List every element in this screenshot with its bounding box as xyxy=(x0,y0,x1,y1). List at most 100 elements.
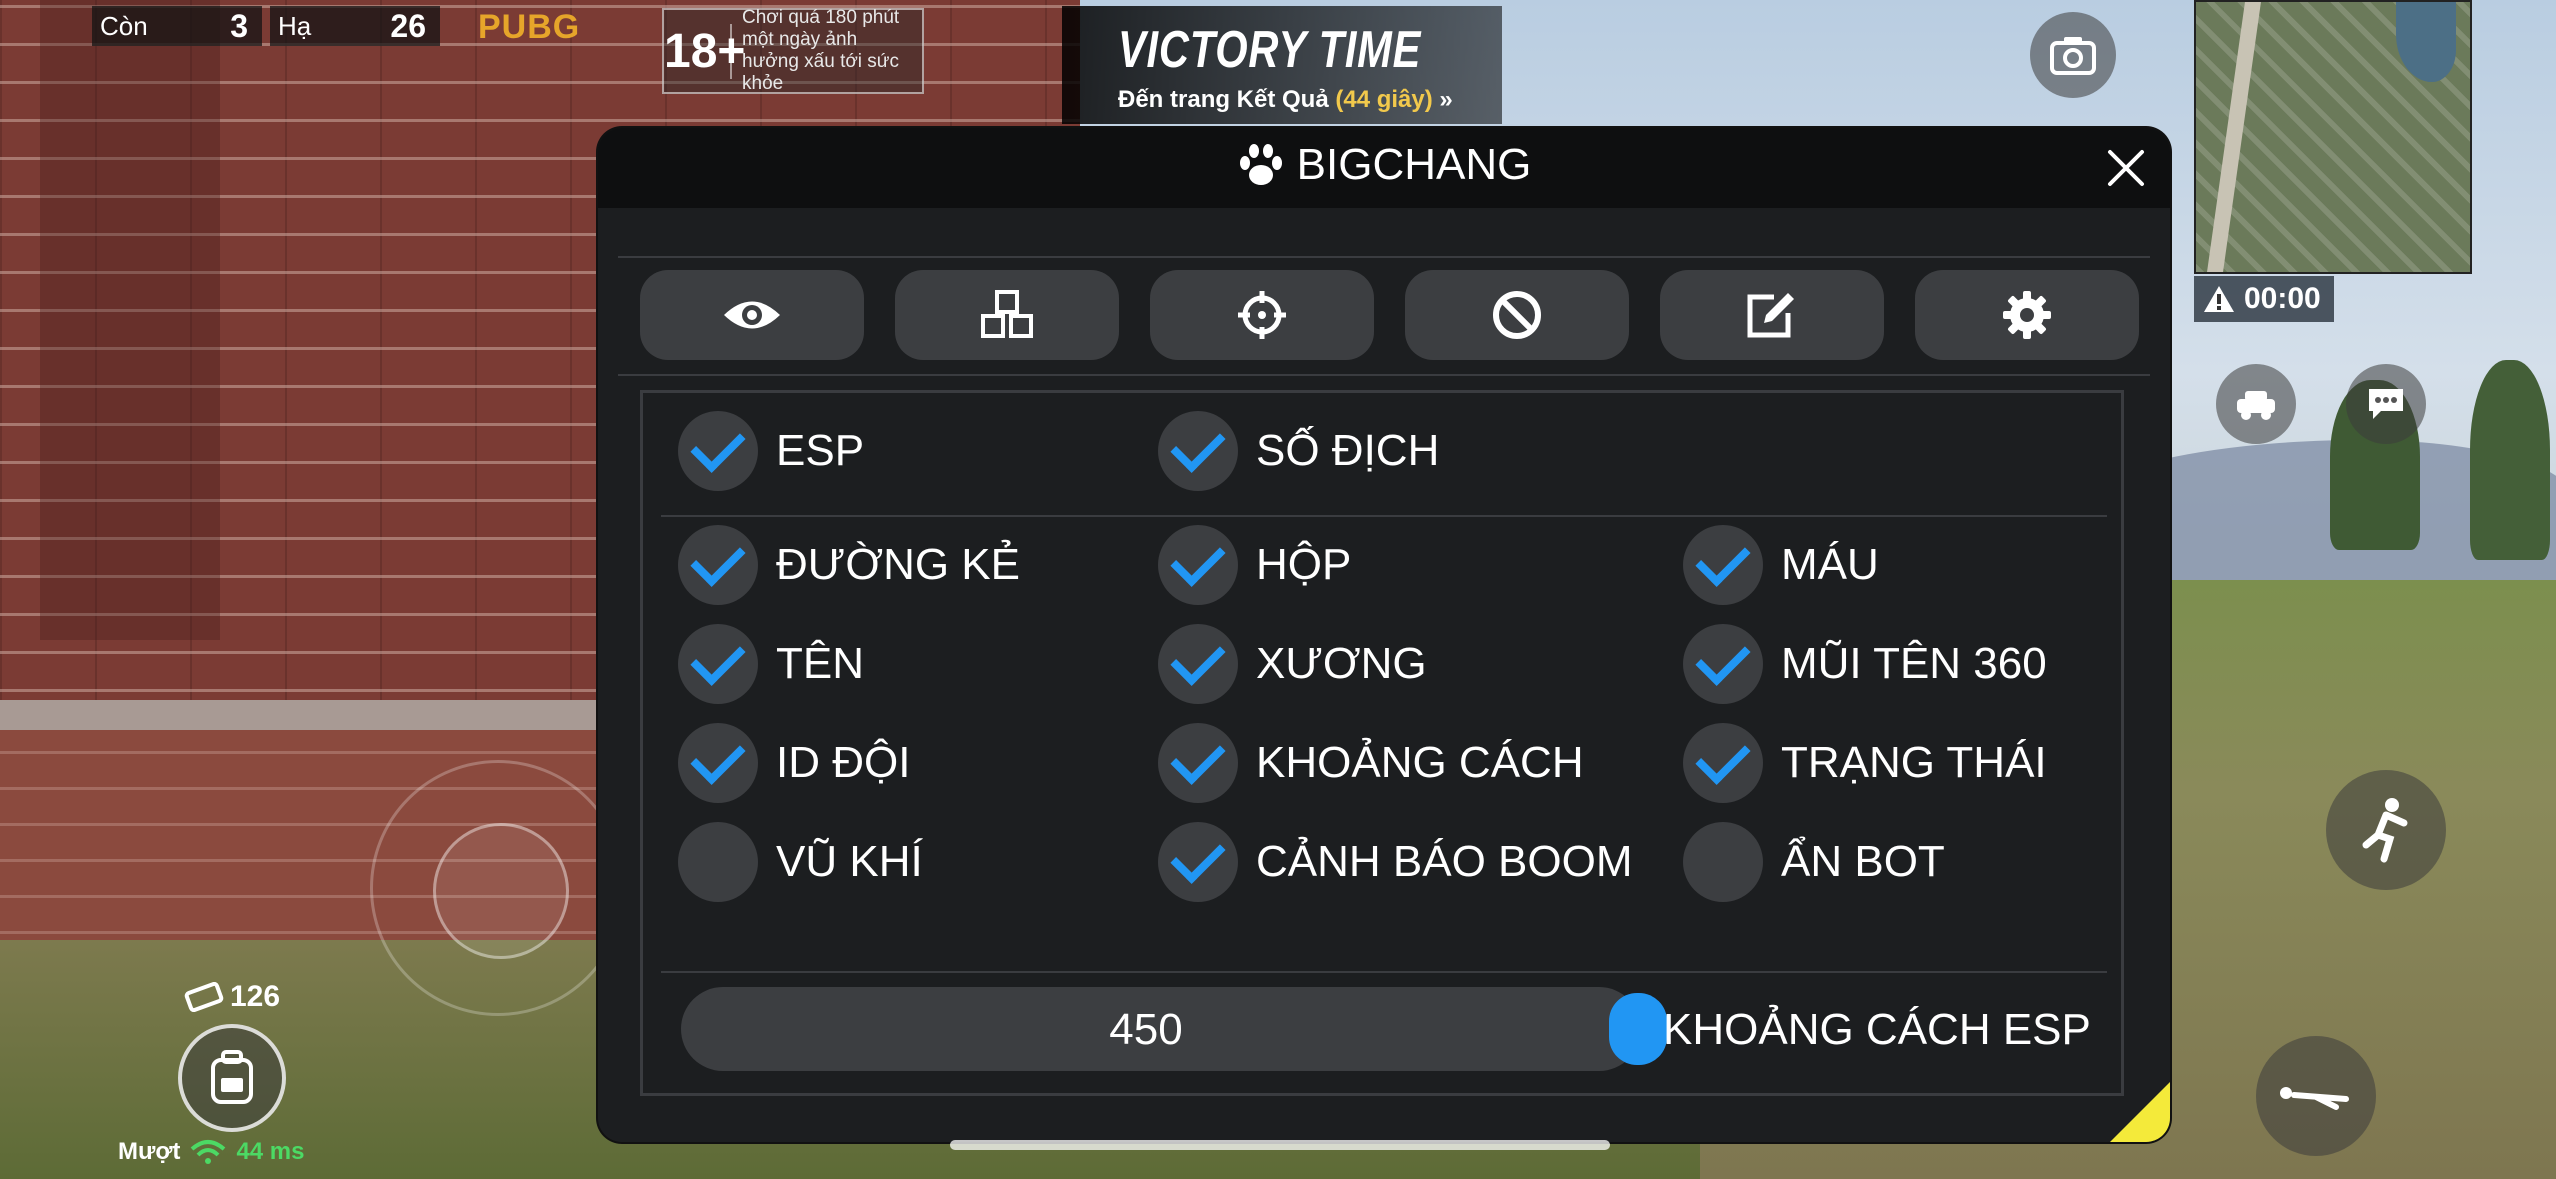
resize-handle[interactable] xyxy=(2110,1082,2170,1142)
edit-icon xyxy=(1747,293,1794,338)
slider-label: KHOẢNG CÁCH ESP xyxy=(1663,1005,2091,1054)
check-icon xyxy=(1695,531,1751,587)
checkbox[interactable] xyxy=(678,411,758,491)
age-badge: 18+ xyxy=(664,23,746,79)
option-hide-bot[interactable]: ẨN BOT xyxy=(1683,817,1945,907)
network-label: Mượt xyxy=(118,1138,181,1165)
victory-banner[interactable]: VICTORY TIME Đến trang Kết Quả (44 giây)… xyxy=(1062,6,1502,124)
option-enemy-count[interactable]: SỐ ĐỊCH xyxy=(1158,406,1439,496)
victory-title: VICTORY TIME xyxy=(1118,21,1422,79)
option-name[interactable]: TÊN xyxy=(678,619,864,709)
option-label: ID ĐỘI xyxy=(776,738,911,787)
separator xyxy=(661,515,2107,517)
option-label: TRẠNG THÁI xyxy=(1781,738,2047,787)
separator xyxy=(618,374,2150,376)
tab-edit[interactable] xyxy=(1660,270,1884,360)
movement-joystick[interactable] xyxy=(370,760,626,1016)
checkbox[interactable] xyxy=(1158,723,1238,803)
menu-title: BIGCHANG xyxy=(598,140,2170,190)
prone-icon xyxy=(2280,1087,2349,1110)
age-rating-notice: 18+ Chơi quá 180 phút một ngày ảnh hưởng… xyxy=(662,7,924,94)
tab-aim[interactable] xyxy=(1150,270,1374,360)
check-icon xyxy=(690,630,746,686)
option-box[interactable]: HỘP xyxy=(1158,520,1351,610)
menu-title-text: BIGCHANG xyxy=(1296,140,1532,189)
tab-block[interactable] xyxy=(1405,270,1629,360)
esp-options-panel: ESP SỐ ĐỊCH ĐƯỜNG KẺ HỘP MÁU TÊN XƯƠNG M… xyxy=(640,390,2124,1096)
ammo-icon xyxy=(184,982,224,1012)
checkbox[interactable] xyxy=(1158,822,1238,902)
alive-counter: Còn 3 xyxy=(92,6,262,46)
car-icon xyxy=(2237,391,2275,420)
check-icon xyxy=(1170,630,1226,686)
esp-distance-slider[interactable]: 450 xyxy=(681,987,1667,1071)
vehicle-button[interactable] xyxy=(2216,364,2296,444)
crosshair-icon xyxy=(1238,291,1286,339)
tab-settings[interactable] xyxy=(1915,270,2139,360)
checkbox[interactable] xyxy=(1683,525,1763,605)
tab-items[interactable] xyxy=(895,270,1119,360)
joystick-knob[interactable] xyxy=(433,823,569,959)
option-arrow-360[interactable]: MŨI TÊN 360 xyxy=(1683,619,2047,709)
checkbox[interactable] xyxy=(1158,411,1238,491)
home-indicator[interactable] xyxy=(950,1140,1610,1150)
eye-icon xyxy=(724,301,780,329)
option-esp[interactable]: ESP xyxy=(678,406,864,496)
checkbox[interactable] xyxy=(1158,525,1238,605)
victory-subtitle: Đến trang Kết Quả (44 giây) » xyxy=(1118,86,1453,114)
option-health[interactable]: MÁU xyxy=(1683,520,1879,610)
jump-button[interactable] xyxy=(2326,770,2446,890)
checkbox[interactable] xyxy=(678,525,758,605)
option-grenade-warning[interactable]: CẢNH BÁO BOOM xyxy=(1158,817,1633,907)
tree xyxy=(2470,360,2550,560)
option-weapon[interactable]: VŨ KHÍ xyxy=(678,817,923,907)
checkbox[interactable] xyxy=(1683,822,1763,902)
checkbox[interactable] xyxy=(1683,723,1763,803)
checkbox[interactable] xyxy=(678,723,758,803)
alive-count: 3 xyxy=(230,7,248,44)
menu-titlebar[interactable]: BIGCHANG xyxy=(598,128,2170,208)
ammo-count: 126 xyxy=(230,980,281,1013)
option-skeleton[interactable]: XƯƠNG xyxy=(1158,619,1427,709)
gear-icon xyxy=(2003,291,2051,339)
wifi-icon xyxy=(191,1140,226,1164)
ban-icon xyxy=(1493,291,1541,339)
network-status: Mượt 44 ms xyxy=(118,1138,305,1166)
game-logo: PUBG xyxy=(478,8,648,54)
check-icon xyxy=(1170,729,1226,785)
backpack-button[interactable] xyxy=(178,1024,286,1132)
option-label: ESP xyxy=(776,426,865,475)
slider-value: 450 xyxy=(1109,1005,1183,1054)
checkbox[interactable] xyxy=(678,624,758,704)
option-label: MÁU xyxy=(1781,540,1879,589)
checkbox[interactable] xyxy=(1683,624,1763,704)
option-label: ĐƯỜNG KẺ xyxy=(776,540,1020,589)
paw-icon xyxy=(1239,144,1282,185)
option-label: TÊN xyxy=(776,639,864,688)
jump-icon xyxy=(2362,798,2408,863)
option-team-id[interactable]: ID ĐỘI xyxy=(678,718,910,808)
cubes-icon xyxy=(981,290,1033,338)
backpack-icon xyxy=(211,1050,253,1104)
option-distance[interactable]: KHOẢNG CÁCH xyxy=(1158,718,1584,808)
ammo-counter: 126 xyxy=(184,980,280,1014)
camera-button[interactable] xyxy=(2030,12,2116,98)
option-status[interactable]: TRẠNG THÁI xyxy=(1683,718,2047,808)
checkbox[interactable] xyxy=(1158,624,1238,704)
separator xyxy=(661,971,2107,973)
warning-icon xyxy=(2204,286,2234,312)
option-label: KHOẢNG CÁCH xyxy=(1256,738,1584,787)
chat-button[interactable] xyxy=(2346,364,2426,444)
checkbox[interactable] xyxy=(678,822,758,902)
timer-text: 00:00 xyxy=(2244,282,2321,315)
age-warning-text: Chơi quá 180 phút một ngày ảnh hưởng xấu… xyxy=(742,7,900,94)
close-button[interactable] xyxy=(2104,146,2148,190)
option-label: SỐ ĐỊCH xyxy=(1256,426,1440,475)
prone-button[interactable] xyxy=(2256,1036,2376,1156)
tab-esp[interactable] xyxy=(640,270,864,360)
option-lines[interactable]: ĐƯỜNG KẺ xyxy=(678,520,1020,610)
minimap[interactable] xyxy=(2194,0,2472,274)
slider-thumb[interactable] xyxy=(1609,993,1667,1065)
check-icon xyxy=(690,729,746,785)
minimap-road xyxy=(2207,2,2261,272)
